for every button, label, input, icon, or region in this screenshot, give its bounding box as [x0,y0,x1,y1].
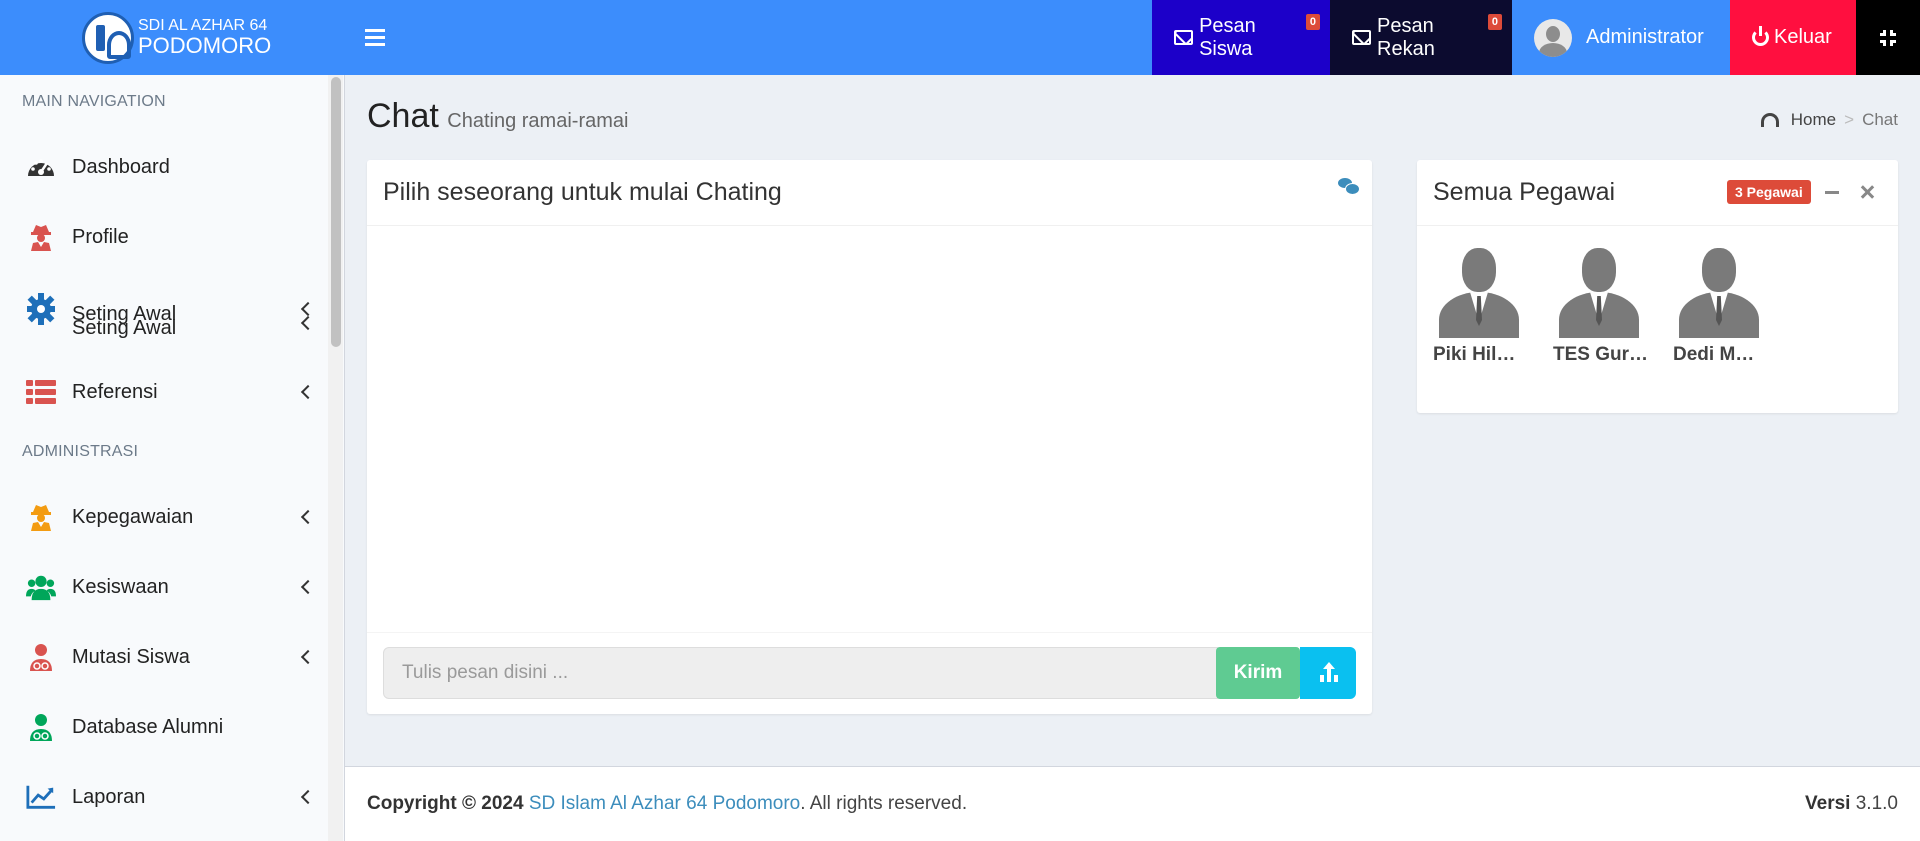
user-menu[interactable]: Administrator [1512,0,1730,75]
envelope-icon [1352,30,1372,45]
sidebar-item-mutasi-siswa[interactable]: Mutasi Siswa [0,627,328,687]
gear-icon [26,293,56,325]
sidebar-item-kesiswaan[interactable]: Kesiswaan [0,557,328,617]
sidebar-scrollbar[interactable] [328,75,343,841]
chat-footer: Kirim [367,632,1372,714]
upload-icon [1320,662,1338,682]
sidebar: MAIN NAVIGATION Dashboard Profile Seting… [0,75,345,841]
member-name: Piki Hil… [1433,344,1516,365]
comments-icon [1338,178,1360,195]
member-item[interactable]: TES Gur… [1553,248,1649,366]
list-icon [26,377,56,407]
sidebar-item-laporan[interactable]: Laporan [0,767,328,827]
avatar [1437,248,1519,338]
dashboard-icon [1760,113,1779,127]
scrollbar-thumb[interactable] [331,77,341,347]
users-icon [26,572,56,602]
send-button[interactable]: Kirim [1216,647,1300,699]
user-md-icon [26,642,56,672]
logout-button[interactable]: Keluar [1730,0,1856,75]
nav-header-main: MAIN NAVIGATION [22,93,166,110]
breadcrumb: Home > Chat [1760,110,1898,130]
sidebar-item-database-alumni[interactable]: Database Alumni [0,697,328,757]
logo[interactable]: SDI AL AZHAR 64 PODOMORO [0,0,345,75]
chevron-left-icon [300,384,316,400]
pegawai-title: Semua Pegawai [1433,178,1616,206]
user-secret-icon [26,222,56,252]
sidebar-item-seting-awal[interactable]: Seting Awal Seting Awal [0,279,328,339]
pegawai-count-badge: 3 Pegawai [1727,180,1811,204]
page-subtitle: Chating ramai-ramai [447,110,629,132]
member-name: Dedi M… [1673,344,1755,365]
copyright-text: Copyright © 2024 [367,793,524,814]
breadcrumb-home[interactable]: Home [1791,110,1836,130]
chevron-left-icon [300,789,316,805]
sidebar-item-profile[interactable]: Profile [0,207,328,267]
pesan-siswa-count: 0 [1305,14,1320,30]
user-secret-icon [26,502,56,532]
sidebar-item-kepegawaian[interactable]: Kepegawaian [0,487,328,547]
avatar [1677,248,1759,338]
chevron-left-icon [300,579,316,595]
member-item[interactable]: Dedi M… [1673,248,1769,366]
pesan-rekan-button[interactable]: Pesan Rekan 0 [1330,0,1512,75]
page-title: Chat Chating ramai-ramai [367,97,629,135]
pegawai-box: Semua Pegawai 3 Pegawai Piki Hil… TES Gu… [1417,160,1898,413]
fullscreen-button[interactable] [1856,0,1920,75]
user-md-icon [26,712,56,742]
line-chart-icon [26,782,56,812]
message-input[interactable] [383,647,1218,699]
chevron-left-icon [300,509,316,525]
pesan-siswa-button[interactable]: Pesan Siswa 0 [1152,0,1330,75]
pesan-rekan-count: 0 [1487,14,1502,30]
upload-button[interactable] [1300,647,1356,699]
collapse-button[interactable] [1825,191,1839,194]
sidebar-item-referensi[interactable]: Referensi [0,362,328,422]
envelope-icon [1174,30,1194,45]
member-name: TES Gur… [1553,344,1649,365]
sidebar-toggle-button[interactable] [365,0,389,75]
expand-icon [1880,29,1896,46]
dashboard-icon [26,152,56,182]
chevron-left-icon [300,301,316,317]
avatar [1534,18,1572,57]
school-link[interactable]: SD Islam Al Azhar 64 Podomoro [529,793,800,815]
nav-header-admin: ADMINISTRASI [22,443,139,460]
hamburger-icon [365,29,385,32]
chevron-left-icon [300,649,316,665]
brand-line1: SDI AL AZHAR 64 [138,17,268,34]
chat-title: Pilih seseorang untuk mulai Chating [383,178,782,206]
top-header: SDI AL AZHAR 64 PODOMORO Pesan Siswa 0 P… [0,0,1920,75]
breadcrumb-current: Chat [1862,110,1898,129]
chevron-left-icon [300,315,316,331]
page-footer: Copyright © 2024 SD Islam Al Azhar 64 Po… [345,766,1920,841]
member-item[interactable]: Piki Hil… [1433,248,1529,366]
chat-box: Pilih seseorang untuk mulai Chating Kiri… [367,160,1372,714]
school-logo-icon [82,11,134,64]
power-icon [1752,26,1769,46]
version-info: Versi 3.1.0 [1805,793,1898,814]
avatar [1557,248,1639,338]
close-icon[interactable] [1859,184,1875,200]
brand-line2: PODOMORO [138,33,272,58]
sidebar-item-dashboard[interactable]: Dashboard [0,137,328,197]
